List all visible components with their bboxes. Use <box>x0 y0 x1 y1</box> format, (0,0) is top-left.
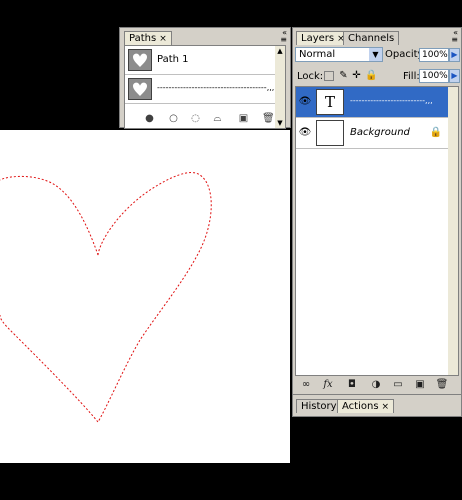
fill-slider-button[interactable]: ▶ <box>449 69 460 83</box>
tab-channels-label: Channels <box>348 33 395 44</box>
adjustment-layer-icon[interactable]: ◑ <box>369 378 383 391</box>
link-layers-icon[interactable]: ∞ <box>299 378 313 391</box>
new-group-icon[interactable]: ▭ <box>391 378 405 391</box>
tab-actions[interactable]: Actions × <box>337 399 395 413</box>
layer-row-text[interactable]: 👁 T --------------------------,,, <box>296 87 458 118</box>
heart-icon <box>133 82 147 96</box>
panel-menu-icon[interactable]: «≡ <box>280 29 287 44</box>
path-row[interactable]: Path 1 <box>125 46 275 75</box>
close-icon[interactable]: × <box>159 34 167 44</box>
path-name: Path 1 <box>157 54 189 65</box>
make-work-path-icon[interactable]: ⌓ <box>212 113 223 124</box>
fill-path-icon[interactable]: ● <box>144 113 155 124</box>
chevron-down-icon[interactable]: ▼ <box>369 48 382 61</box>
lock-image-icon[interactable]: ✎ <box>338 70 349 81</box>
tab-paths[interactable]: Paths × <box>124 31 172 45</box>
document-canvas[interactable] <box>0 130 290 463</box>
tab-history[interactable]: History <box>296 399 342 413</box>
lock-position-icon[interactable]: ✛ <box>351 70 362 81</box>
layer-name: --------------------------,,, <box>350 96 433 105</box>
lock-icon: 🔒 <box>429 127 442 138</box>
tab-paths-label: Paths <box>129 33 157 44</box>
opacity-field[interactable]: 100% <box>419 48 449 62</box>
opacity-value: 100% <box>422 50 448 60</box>
eye-icon[interactable]: 👁 <box>298 127 312 139</box>
new-path-icon[interactable]: ▣ <box>238 113 249 124</box>
path-row[interactable]: --------------------------------------,,… <box>125 75 275 104</box>
heart-icon <box>133 53 147 67</box>
paths-footer: ● ○ ◌ ⌓ ▣ 🗑 <box>120 111 290 127</box>
stroke-path-icon[interactable]: ○ <box>168 113 179 124</box>
path-thumbnail <box>128 49 152 71</box>
blend-mode-select[interactable]: Normal ▼ <box>295 47 383 62</box>
fill-value: 100% <box>422 71 448 81</box>
background-layer-thumbnail <box>316 120 344 146</box>
fx-icon[interactable]: fx <box>321 378 335 391</box>
text-layer-thumbnail: T <box>316 89 344 115</box>
fill-field[interactable]: 100% <box>419 69 449 83</box>
layers-footer: ∞ fx ◘ ◑ ▭ ▣ 🗑 <box>293 377 461 393</box>
tab-channels[interactable]: Channels <box>343 31 400 45</box>
add-mask-icon[interactable]: ◘ <box>345 378 359 391</box>
path-thumbnail <box>128 78 152 100</box>
lock-all-icon[interactable]: 🔒 <box>365 70 377 81</box>
load-selection-icon[interactable]: ◌ <box>190 113 201 124</box>
tab-history-label: History <box>301 401 337 412</box>
panel-menu-icon[interactable]: «≡ <box>451 29 458 44</box>
lock-label: Lock: <box>297 71 324 82</box>
layers-list: 👁 T --------------------------,,, 👁 Back… <box>295 86 459 376</box>
heart-path-outline <box>0 172 212 423</box>
layers-scrollbar[interactable] <box>448 87 458 375</box>
fill-label: Fill: <box>403 71 420 82</box>
close-icon[interactable]: × <box>382 402 390 412</box>
scroll-up-icon[interactable]: ▲ <box>275 46 285 56</box>
delete-path-icon[interactable]: 🗑 <box>262 113 275 124</box>
lock-transparency-icon[interactable] <box>324 71 334 81</box>
new-layer-icon[interactable]: ▣ <box>413 378 427 391</box>
layers-panel: Layers × Channels «≡ Normal ▼ Opacity: 10… <box>292 27 462 417</box>
opacity-slider-button[interactable]: ▶ <box>449 48 460 62</box>
paths-panel: Paths × «≡ Path 1 -----------------------… <box>119 27 291 129</box>
tab-layers-label: Layers <box>301 33 335 44</box>
eye-icon[interactable]: 👁 <box>298 96 312 108</box>
paths-tabbar: Paths × «≡ <box>120 28 290 45</box>
delete-layer-icon[interactable]: 🗑 <box>435 378 449 391</box>
layer-row-background[interactable]: 👁 Background 🔒 <box>296 118 458 149</box>
tab-layers[interactable]: Layers × <box>296 31 350 45</box>
path-name: --------------------------------------,,… <box>157 83 275 92</box>
layer-name: Background <box>350 127 410 138</box>
tab-actions-label: Actions <box>342 401 379 412</box>
blend-mode-value: Normal <box>299 49 336 60</box>
layers-tabbar: Layers × Channels «≡ <box>293 28 461 45</box>
history-actions-tabbar: History Actions × <box>293 394 461 416</box>
